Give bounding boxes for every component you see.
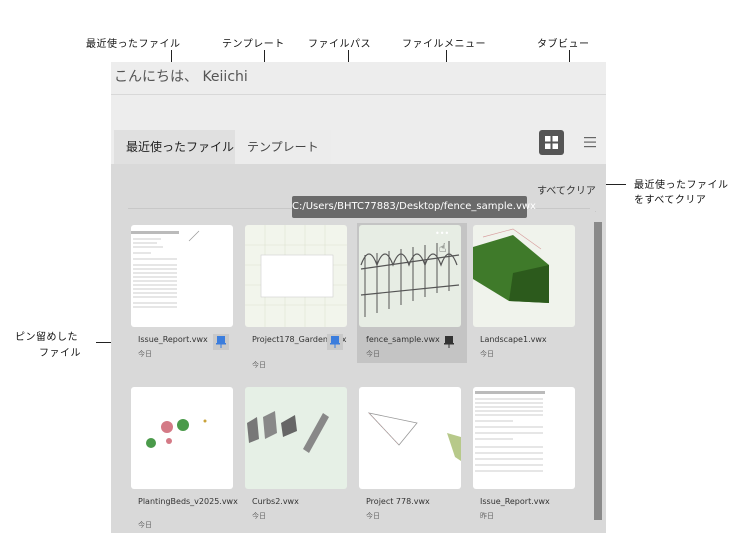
callout-recent-files: 最近使ったファイル (86, 39, 181, 50)
file-thumbnail-garden (245, 225, 347, 327)
file-card[interactable]: Project178_Garden.vwx 今日 (243, 223, 353, 369)
pin-icon (330, 336, 340, 348)
file-thumbnail-curbs (245, 387, 347, 489)
file-date: 今日 (252, 512, 266, 520)
file-date: 今日 (480, 350, 494, 358)
more-button[interactable]: ••• (435, 229, 449, 238)
file-name: Project 778.vwx (366, 497, 430, 506)
file-name: Project178_Garden.vwx (252, 335, 347, 344)
callout-file-path: ファイルパス (308, 39, 371, 50)
grid-view-icon (545, 136, 558, 149)
callout-pinned-2: ファイル (39, 348, 81, 359)
file-date: 今日 (252, 361, 266, 369)
file-thumbnail-report (131, 225, 233, 327)
file-date: 昨日 (480, 512, 494, 520)
pin-button[interactable] (213, 334, 229, 350)
tab-recent-files[interactable]: 最近使ったファイル (114, 130, 247, 164)
file-path-tooltip: C:/Users/BHTC77883/Desktop/fence_sample.… (292, 196, 536, 218)
file-date: 今日 (138, 521, 152, 529)
file-thumbnail-report (473, 387, 575, 489)
file-name: Issue_Report.vwx (138, 335, 208, 344)
callout-file-menu: ファイルメニュー (402, 39, 486, 50)
file-card-selected[interactable]: ••• ☝ fence_sample.vwx 今日 (357, 223, 467, 363)
list-view-button[interactable] (582, 134, 598, 150)
callout-tab-view: タブビュー (537, 39, 590, 50)
cursor-icon: ☝ (439, 241, 447, 255)
scrollbar-thumb[interactable] (594, 222, 602, 520)
file-thumbnail-hedge (473, 225, 575, 327)
pin-button[interactable] (441, 334, 457, 350)
file-name: fence_sample.vwx (366, 335, 440, 344)
tab-templates[interactable]: テンプレート (235, 130, 331, 164)
file-date: 今日 (366, 512, 380, 520)
file-card[interactable]: Issue_Report.vwx 今日 (129, 223, 239, 363)
file-card[interactable]: PlantingBeds_v2025.vwx 今日 (129, 385, 239, 529)
list-view-icon (584, 137, 596, 148)
greeting: こんにちは、 Keiichi (114, 69, 248, 85)
callout-clear-recent-2: をすべてクリア (634, 195, 707, 206)
file-name: Landscape1.vwx (480, 335, 547, 344)
file-card[interactable]: Issue_Report.vwx 昨日 (471, 385, 581, 525)
file-card[interactable]: Curbs2.vwx 今日 (243, 385, 353, 525)
grid-view-button[interactable] (539, 130, 564, 155)
callout-clear-recent-1: 最近使ったファイル (634, 180, 729, 191)
file-name: PlantingBeds_v2025.vwx (138, 497, 238, 506)
pin-icon (444, 336, 454, 348)
file-name: Issue_Report.vwx (480, 497, 550, 506)
file-card[interactable]: Project 778.vwx 今日 (357, 385, 467, 525)
clear-all-button[interactable]: すべてクリア (537, 182, 596, 197)
callout-pinned-1: ピン留めした (15, 332, 78, 343)
more-icon: ••• (435, 229, 450, 238)
file-card[interactable]: Landscape1.vwx 今日 (471, 223, 581, 363)
file-name: Curbs2.vwx (252, 497, 299, 506)
file-thumbnail-triangle (359, 387, 461, 489)
file-thumbnail-plants (131, 387, 233, 489)
header-divider (111, 94, 606, 95)
file-date: 今日 (138, 350, 152, 358)
file-date: 今日 (366, 350, 380, 358)
callout-templates: テンプレート (222, 39, 285, 50)
pin-icon (216, 336, 226, 348)
pin-button[interactable] (327, 334, 343, 350)
